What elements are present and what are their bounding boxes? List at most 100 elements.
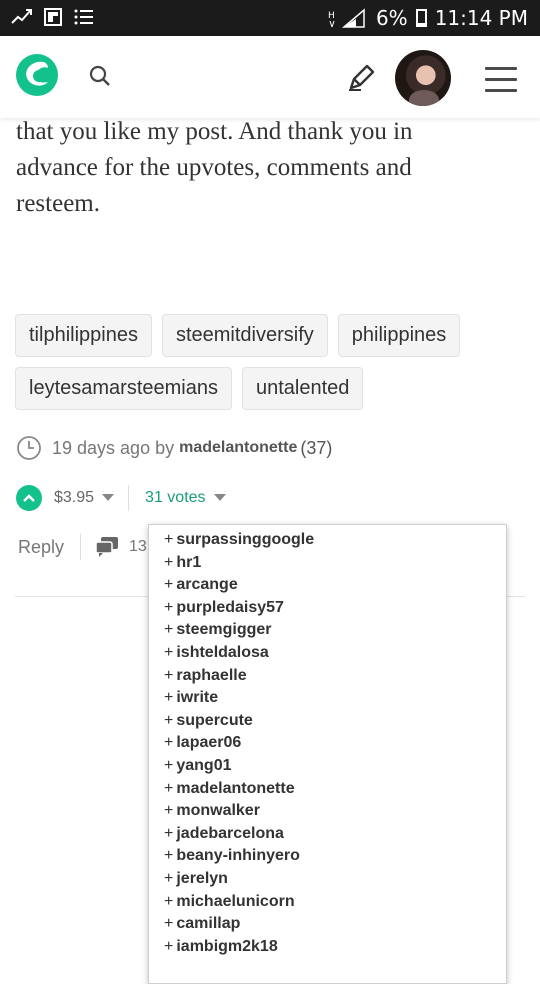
list-icon [74,9,93,25]
voter-name: jerelyn [176,869,228,887]
plus-icon: + [164,553,174,571]
votes-count: 31 votes [145,489,206,506]
plus-icon: + [164,734,174,752]
usb-icon [11,9,32,24]
comments-icon[interactable] [95,536,119,558]
voter-name: madelantonette [176,779,295,797]
plus-icon: + [164,892,174,910]
plus-icon: + [164,779,174,797]
time-ago: 19 days ago by [52,437,175,458]
signal-icon: H [328,8,365,28]
avatar[interactable] [395,50,451,106]
plus-icon: + [164,598,174,616]
voter-name: supercute [176,711,253,729]
voter-item[interactable]: + camillap [149,913,506,936]
voter-item[interactable]: + surpassinggoogle [149,529,506,552]
plus-icon: + [164,643,174,661]
comment-count: 13 [129,538,147,555]
battery-icon [415,9,427,27]
vote-row: $3.95 31 votes [16,484,226,512]
voter-name: raphaelle [176,666,247,684]
divider [128,485,130,511]
voter-name: surpassinggoogle [176,531,315,548]
plus-icon: + [164,824,174,842]
voter-name: yang01 [176,756,232,774]
search-icon[interactable] [88,64,112,88]
reply-button[interactable]: Reply [18,537,64,558]
post-body-line: advance for the upvotes, comments and [16,154,412,181]
voter-item[interactable]: + monwalker [149,800,506,823]
plus-icon: + [164,802,174,820]
edit-icon[interactable] [345,62,377,94]
author-reputation: (37) [300,437,333,458]
voters-dropdown-list[interactable]: + surpassinggoogle + hr1 + arcange + purpledais… [148,524,507,984]
upvote-button[interactable] [16,485,42,511]
divider [80,534,82,560]
tag-steemitdiversify[interactable]: steemitdiversify [161,314,328,357]
clock-time: 11:14 PM [434,6,528,30]
voter-name: hr1 [176,553,202,571]
voter-name: ishteldalosa [176,643,269,661]
voter-item[interactable]: + supercute [149,710,506,733]
voter-item[interactable]: + michaelunicorn [149,891,506,914]
voter-item[interactable]: + madelantonette [149,778,506,801]
chevron-up-icon [23,494,35,502]
post-body: that you like my post. And thank you in … [16,114,516,222]
plus-icon: + [164,621,174,639]
voter-item[interactable]: + iwrite [149,687,506,710]
voter-item[interactable]: + lapaer06 [149,732,506,755]
voter-item[interactable]: + beany-inhinyero [149,845,506,868]
svg-text:H: H [328,11,335,21]
voter-name: monwalker [176,802,260,820]
payout-value: $3.95 [54,489,95,506]
tag-tilphilippines[interactable]: tilphilippines [15,314,152,357]
voter-item[interactable]: + arcange [149,574,506,597]
tag-philippines[interactable]: philippines [337,314,461,357]
plus-icon: + [164,869,174,887]
plus-icon: + [164,915,174,933]
steemit-logo[interactable] [14,52,60,98]
voter-name: steemgigger [176,621,272,639]
voter-name: iambigm2k18 [176,937,278,955]
votes-dropdown[interactable]: 31 votes [145,489,226,507]
voter-item[interactable]: + raphaelle [149,665,506,688]
hamburger-menu-icon[interactable] [485,67,517,93]
voter-name: arcange [176,576,238,594]
voter-item[interactable]: + jerelyn [149,868,506,891]
battery-percent: 6% [375,6,408,30]
plus-icon: + [164,531,174,548]
tag-leytesamarsteemians[interactable]: leytesamarsteemians [15,367,232,410]
author-link[interactable]: madelantonette [179,439,297,457]
voter-item[interactable]: + steemgigger [149,619,506,642]
voter-name: michaelunicorn [176,892,295,910]
voter-name: beany-inhinyero [176,847,300,865]
voter-item[interactable]: + hr1 [149,552,506,575]
plus-icon: + [164,847,174,865]
voter-name: purpledaisy57 [176,598,284,616]
tag-untalented[interactable]: untalented [241,367,364,410]
flipboard-icon [44,8,62,26]
status-bar-right: H 6% 11:14 PM [328,6,528,30]
tag-list: tilphilippines steemitdiversify philippi… [15,314,525,410]
caret-down-icon [102,494,115,502]
payout-amount[interactable]: $3.95 [54,489,115,507]
voter-name: iwrite [176,689,219,707]
reply-row: Reply 13 [18,533,147,561]
post-body-line: resteem. [16,190,100,217]
plus-icon: + [164,711,174,729]
voter-name: camillap [176,915,241,933]
voter-name: lapaer06 [176,734,242,752]
clock-icon [17,436,41,460]
plus-icon: + [164,689,174,707]
voter-item[interactable]: + iambigm2k18 [149,936,506,959]
post-meta: 19 days ago by madelantonette (37) [16,434,332,462]
voter-item[interactable]: + yang01 [149,755,506,778]
voter-item[interactable]: + jadebarcelona [149,823,506,846]
caret-down-icon [213,494,226,502]
voter-item[interactable]: + ishteldalosa [149,642,506,665]
plus-icon: + [164,666,174,684]
status-bar: H 6% 11:14 PM [0,0,540,36]
app-header [0,36,540,118]
voter-item[interactable]: + purpledaisy57 [149,597,506,620]
plus-icon: + [164,756,174,774]
